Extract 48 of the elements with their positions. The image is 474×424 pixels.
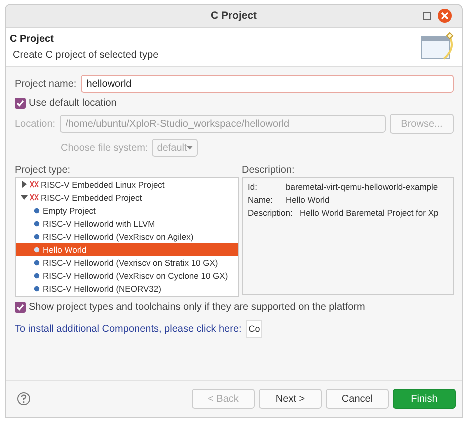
bullet-icon bbox=[34, 220, 40, 226]
tree-item[interactable]: Empty Project bbox=[16, 204, 238, 217]
bullet-icon bbox=[34, 286, 40, 292]
checkbox-label: Show project types and toolchains only if they are supported on the platform bbox=[29, 302, 366, 313]
checkbox-label: Use default location bbox=[29, 98, 117, 109]
field-label: Choose file system: bbox=[61, 142, 148, 154]
description-value: Hello World bbox=[286, 194, 330, 204]
description-key: Name: bbox=[248, 194, 286, 204]
tree-item[interactable]: RISC-V Embedded Project bbox=[16, 191, 238, 204]
bullet-icon bbox=[34, 260, 40, 266]
bullet-icon bbox=[34, 234, 40, 240]
tree-item[interactable]: RISC-V Helloworld (Vexriscv on Stratix 10 GX) bbox=[16, 256, 238, 269]
close-button[interactable] bbox=[438, 9, 452, 23]
description-key: Id: bbox=[248, 182, 286, 192]
tree-item[interactable]: RISC-V Helloworld with LLVM bbox=[16, 217, 238, 230]
tree-item[interactable]: RISC-V Embedded Linux Project bbox=[16, 178, 238, 191]
field-label: Location: bbox=[15, 118, 56, 130]
tree-item[interactable]: Hello World bbox=[16, 243, 238, 256]
description-value: baremetal-virt-qemu-helloworld-example bbox=[286, 182, 438, 192]
tree-item[interactable]: RISC-V Helloworld (NEORV32) bbox=[16, 282, 238, 295]
page-subtitle: Create C project of selected type bbox=[13, 50, 159, 60]
tree-item[interactable]: RISC-V Helloworld (VexRiscv on Cyclone 10 GX) bbox=[16, 269, 238, 282]
bullet-icon bbox=[34, 208, 40, 214]
field-label: Project name: bbox=[15, 78, 77, 90]
project-name-field[interactable]: helloworld bbox=[80, 75, 454, 93]
dialog-button[interactable]: Next > bbox=[259, 389, 322, 409]
help-icon[interactable] bbox=[17, 392, 31, 406]
collapse-arrow-icon[interactable] bbox=[21, 194, 28, 201]
bullet-icon bbox=[34, 246, 40, 252]
page-title: C Project bbox=[10, 34, 55, 44]
checkbox[interactable] bbox=[15, 302, 26, 313]
cross-icon bbox=[30, 181, 39, 188]
cross-icon bbox=[30, 194, 39, 201]
description-key: Description: bbox=[248, 208, 300, 218]
section-label: Project type: bbox=[15, 165, 72, 176]
window-title: C Project bbox=[210, 10, 258, 22]
bullet-icon bbox=[34, 272, 40, 278]
dialog-button[interactable]: Cancel bbox=[326, 389, 389, 409]
tree-item[interactable]: RISC-V Helloworld (VexRiscv on Agilex) bbox=[16, 230, 238, 243]
close-icon bbox=[441, 12, 449, 20]
section-label: Description: bbox=[242, 165, 296, 176]
checkbox[interactable] bbox=[15, 98, 26, 109]
maximize-button[interactable] bbox=[423, 12, 431, 20]
install-link-text[interactable]: To install additional Components, please click here: bbox=[15, 324, 242, 334]
components-button[interactable]: Co bbox=[246, 320, 262, 338]
caret-icon bbox=[187, 146, 194, 150]
description-value: Hello World Baremetal Project for Xp bbox=[300, 208, 439, 218]
expand-arrow-icon[interactable] bbox=[21, 181, 28, 188]
